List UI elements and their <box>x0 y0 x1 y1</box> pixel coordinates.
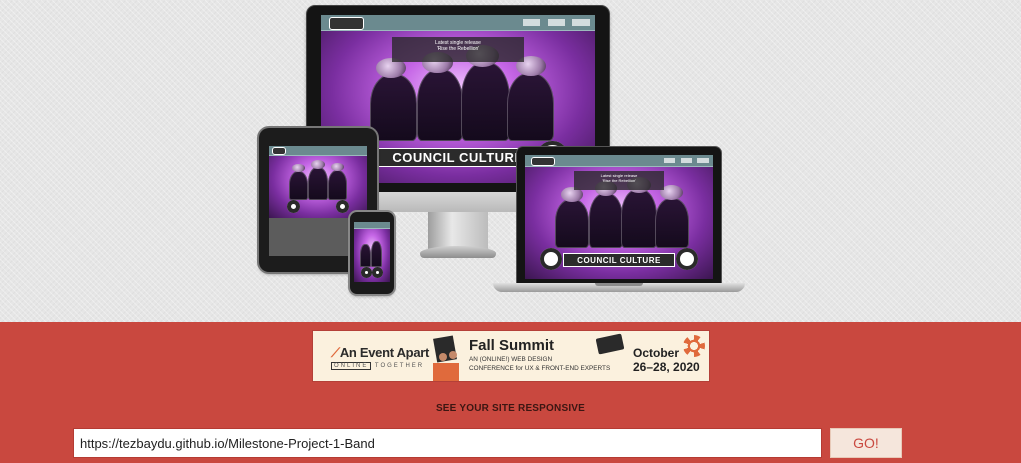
phone <box>350 212 394 294</box>
release-subtitle: 'Rise the Rebellion' <box>601 178 636 184</box>
site-navbar <box>269 146 367 156</box>
laptop: Latest single release 'Rise the Rebellio… <box>517 147 721 283</box>
site-navbar <box>525 155 713 168</box>
ad-date-month: October <box>633 346 680 360</box>
laptop-screen: Latest single release 'Rise the Rebellio… <box>525 155 713 279</box>
site-navbar <box>321 15 595 32</box>
ad-illustration-icon <box>433 335 459 381</box>
ad-tagline: ONLINE TOGETHER <box>331 362 424 370</box>
release-panel: Latest single release 'Rise the Rebellio… <box>392 36 524 63</box>
go-button[interactable]: GO! <box>830 428 902 458</box>
section-heading: SEE YOUR SITE RESPONSIVE <box>435 403 586 414</box>
ad-date-days: 26–28, 2020 <box>633 360 700 374</box>
monitor-stand <box>428 212 488 250</box>
ad-laptop-icon <box>595 333 625 355</box>
phone-screen <box>354 222 390 282</box>
ad-banner[interactable]: ⟋An Event Apart ONLINE TOGETHER Fall Sum… <box>313 331 709 381</box>
band-banner <box>269 200 367 213</box>
ad-flower-icon <box>683 335 705 357</box>
site-logo <box>530 156 556 167</box>
release-title: Latest single release <box>435 39 481 46</box>
site-logo <box>271 147 286 156</box>
release-panel: Latest single release 'Rise the Rebellio… <box>573 171 665 190</box>
url-input[interactable] <box>73 428 822 458</box>
laptop-notch <box>595 283 643 286</box>
tablet-screen <box>269 146 367 218</box>
ad-headline: Fall Summit <box>469 337 555 354</box>
monitor-foot <box>420 246 496 258</box>
band-banner <box>354 267 390 278</box>
band-banner-text: COUNCIL CULTURE <box>562 252 676 268</box>
release-subtitle: 'Rise the Rebellion' <box>436 46 480 53</box>
ad-description: AN (ONLINE!) WEB DESIGN CONFERENCE for U… <box>469 356 611 372</box>
band-banner: COUNCIL CULTURE <box>525 248 713 271</box>
ad-brand: ⟋An Event Apart <box>331 345 430 360</box>
devices-preview-area: Latest single release 'Rise the Rebellio… <box>0 0 1021 322</box>
band-banner-text: COUNCIL CULTURE <box>375 147 541 167</box>
site-navbar <box>354 222 390 229</box>
site-logo <box>329 17 365 30</box>
ad-logo-icon: ⟋ <box>331 345 340 360</box>
